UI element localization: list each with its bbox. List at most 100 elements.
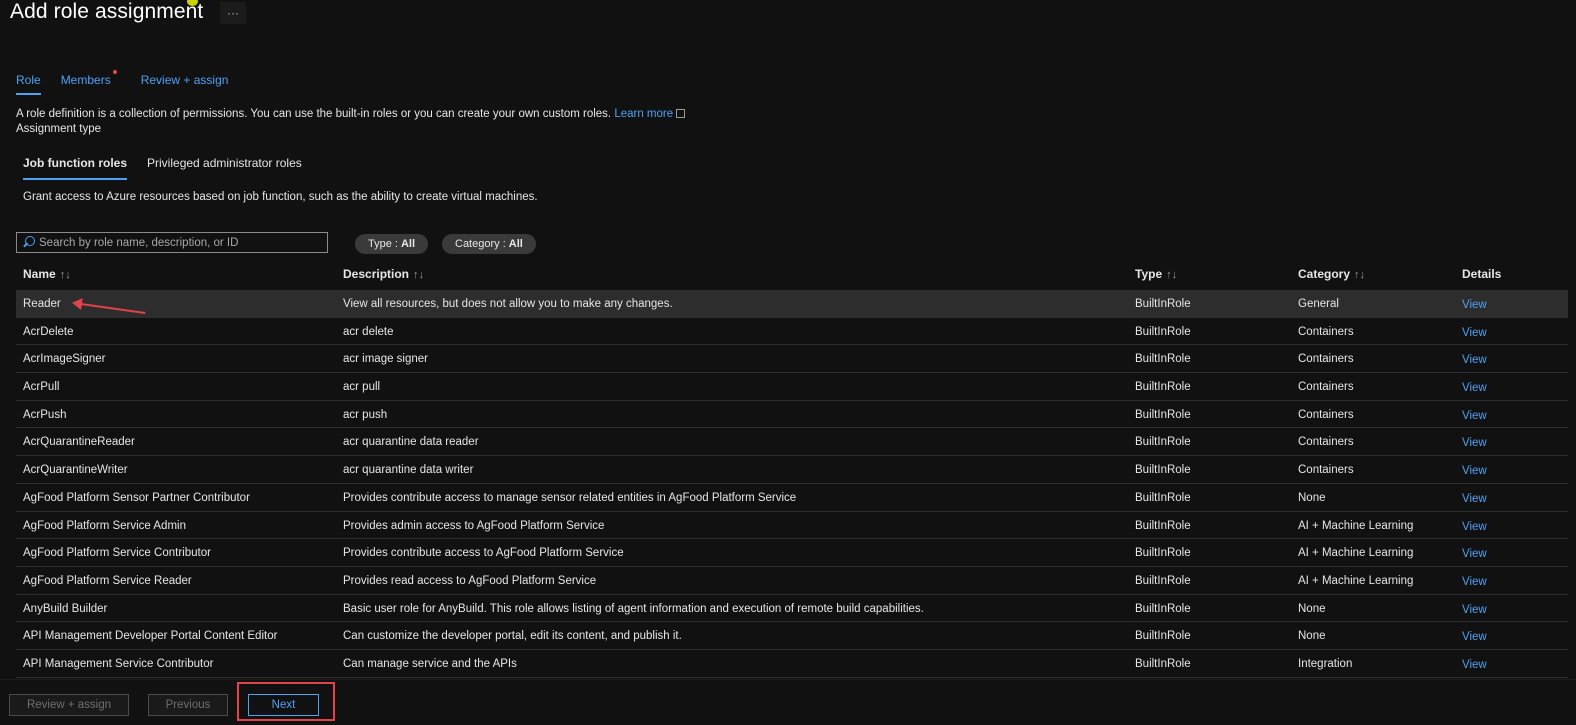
view-details-link[interactable]: View [1462, 465, 1487, 477]
view-details-link[interactable]: View [1462, 437, 1487, 449]
role-type: BuiltInRole [1135, 657, 1191, 670]
search-input[interactable] [39, 236, 319, 249]
role-category: AI + Machine Learning [1298, 574, 1414, 587]
role-type: BuiltInRole [1135, 436, 1191, 449]
view-details-link[interactable]: View [1462, 493, 1487, 505]
role-description: Can customize the developer portal, edit… [343, 630, 682, 643]
table-row[interactable]: AgFood Platform Service Reader Provides … [16, 567, 1568, 595]
table-row[interactable]: Reader View all resources, but does not … [16, 290, 1568, 318]
role-category: Containers [1298, 325, 1354, 338]
sort-icon: ↑↓ [413, 269, 425, 281]
column-header-name[interactable]: Name ↑↓ [23, 267, 71, 281]
column-header-type[interactable]: Type ↑↓ [1135, 267, 1177, 281]
role-name: AgFood Platform Service Contributor [23, 547, 211, 560]
role-category: None [1298, 491, 1326, 504]
role-description: A role definition is a collection of per… [16, 108, 686, 120]
role-description: Basic user role for AnyBuild. This role … [343, 602, 924, 615]
view-details-link[interactable]: View [1462, 327, 1487, 339]
role-description: Provides contribute access to manage sen… [343, 491, 797, 504]
table-row[interactable]: AcrPull acr pull BuiltInRole Containers … [16, 373, 1568, 401]
role-name: Reader [23, 298, 61, 310]
view-details-link[interactable]: View [1462, 382, 1487, 394]
role-name: AgFood Platform Sensor Partner Contribut… [23, 491, 250, 504]
table-row[interactable]: AcrQuarantineReader acr quarantine data … [16, 428, 1568, 457]
type-filter-value: All [400, 238, 416, 250]
role-description: acr quarantine data writer [343, 464, 474, 477]
view-details-link[interactable]: View [1462, 604, 1487, 616]
role-type: BuiltInRole [1135, 574, 1191, 587]
table-row[interactable]: AcrPush acr push BuiltInRole Containers … [16, 401, 1568, 429]
category-filter-label: Category : [455, 238, 506, 250]
table-row[interactable]: AcrImageSigner acr image signer BuiltInR… [16, 345, 1568, 374]
role-description: Can manage service and the APIs [343, 657, 517, 670]
role-name: AgFood Platform Service Reader [23, 574, 192, 587]
column-header-category-label: Category [1298, 267, 1351, 281]
view-details-link[interactable]: View [1462, 299, 1487, 311]
table-row[interactable]: AgFood Platform Service Contributor Prov… [16, 539, 1568, 567]
role-description: acr quarantine data reader [343, 436, 479, 449]
role-name: AgFood Platform Service Admin [23, 519, 186, 532]
view-details-link[interactable]: View [1462, 521, 1487, 533]
view-details-link[interactable]: View [1462, 631, 1487, 643]
role-type: BuiltInRole [1135, 491, 1191, 504]
role-type: BuiltInRole [1135, 381, 1191, 394]
view-details-link[interactable]: View [1462, 354, 1487, 366]
column-header-description[interactable]: Description ↑↓ [343, 267, 424, 281]
role-name: AcrQuarantineWriter [23, 464, 128, 477]
role-search-box[interactable] [16, 232, 328, 253]
role-name: AcrPull [23, 381, 60, 394]
role-type: BuiltInRole [1135, 630, 1191, 643]
learn-more-link[interactable]: Learn more [614, 108, 673, 120]
tab-privileged-admin-roles[interactable]: Privileged administrator roles [147, 156, 302, 180]
table-row[interactable]: AgFood Platform Service Admin Provides a… [16, 512, 1568, 540]
role-type: BuiltInRole [1135, 547, 1191, 560]
role-type: BuiltInRole [1135, 298, 1191, 310]
role-category: General [1298, 298, 1339, 310]
role-type-tabs: Job function roles Privileged administra… [23, 156, 322, 180]
table-row[interactable]: API Management Developer Portal Content … [16, 622, 1568, 650]
role-type: BuiltInRole [1135, 325, 1191, 338]
role-name: AcrPush [23, 408, 67, 421]
role-category: AI + Machine Learning [1298, 519, 1414, 532]
tab-members[interactable]: Members [61, 70, 117, 95]
column-header-category[interactable]: Category ↑↓ [1298, 267, 1365, 281]
role-category: AI + Machine Learning [1298, 547, 1414, 560]
more-options-button[interactable]: ··· [220, 2, 246, 24]
annotation-arrow [73, 302, 146, 315]
view-details-link[interactable]: View [1462, 659, 1487, 671]
table-row[interactable]: AnyBuild Builder Basic user role for Any… [16, 595, 1568, 623]
table-row[interactable]: AcrDelete acr delete BuiltInRole Contain… [16, 318, 1568, 346]
footer-divider [0, 679, 1576, 680]
view-details-link[interactable]: View [1462, 576, 1487, 588]
role-type: BuiltInRole [1135, 602, 1191, 615]
role-category: None [1298, 602, 1326, 615]
role-name: AnyBuild Builder [23, 602, 108, 615]
category-filter-pill[interactable]: Category : All [442, 234, 536, 254]
role-type: BuiltInRole [1135, 519, 1191, 532]
previous-button[interactable]: Previous [148, 694, 228, 716]
tab-role[interactable]: Role [16, 73, 41, 95]
review-assign-button[interactable]: Review + assign [9, 694, 129, 716]
role-type: BuiltInRole [1135, 408, 1191, 421]
role-description: Provides contribute access to AgFood Pla… [343, 547, 624, 560]
role-description: View all resources, but does not allow y… [343, 298, 673, 310]
roles-table: Reader View all resources, but does not … [16, 290, 1568, 678]
role-type: BuiltInRole [1135, 353, 1191, 366]
table-row[interactable]: AcrQuarantineWriter acr quarantine data … [16, 456, 1568, 484]
role-category: Containers [1298, 353, 1354, 366]
type-filter-pill[interactable]: Type : All [355, 234, 429, 254]
column-header-type-label: Type [1135, 267, 1163, 281]
tab-job-function-roles[interactable]: Job function roles [23, 156, 128, 180]
role-name: API Management Developer Portal Content … [23, 630, 278, 643]
view-details-link[interactable]: View [1462, 548, 1487, 560]
required-dot-icon [112, 70, 117, 74]
tab-review-assign[interactable]: Review + assign [141, 73, 229, 95]
role-name: AcrQuarantineReader [23, 436, 135, 449]
view-details-link[interactable]: View [1462, 410, 1487, 422]
role-description: acr pull [343, 381, 381, 394]
table-row[interactable]: AgFood Platform Sensor Partner Contribut… [16, 484, 1568, 512]
table-row[interactable]: API Management Service Contributor Can m… [16, 650, 1568, 678]
role-name: AcrDelete [23, 325, 74, 338]
sort-icon: ↑↓ [59, 269, 71, 281]
role-name: AcrImageSigner [23, 353, 106, 366]
